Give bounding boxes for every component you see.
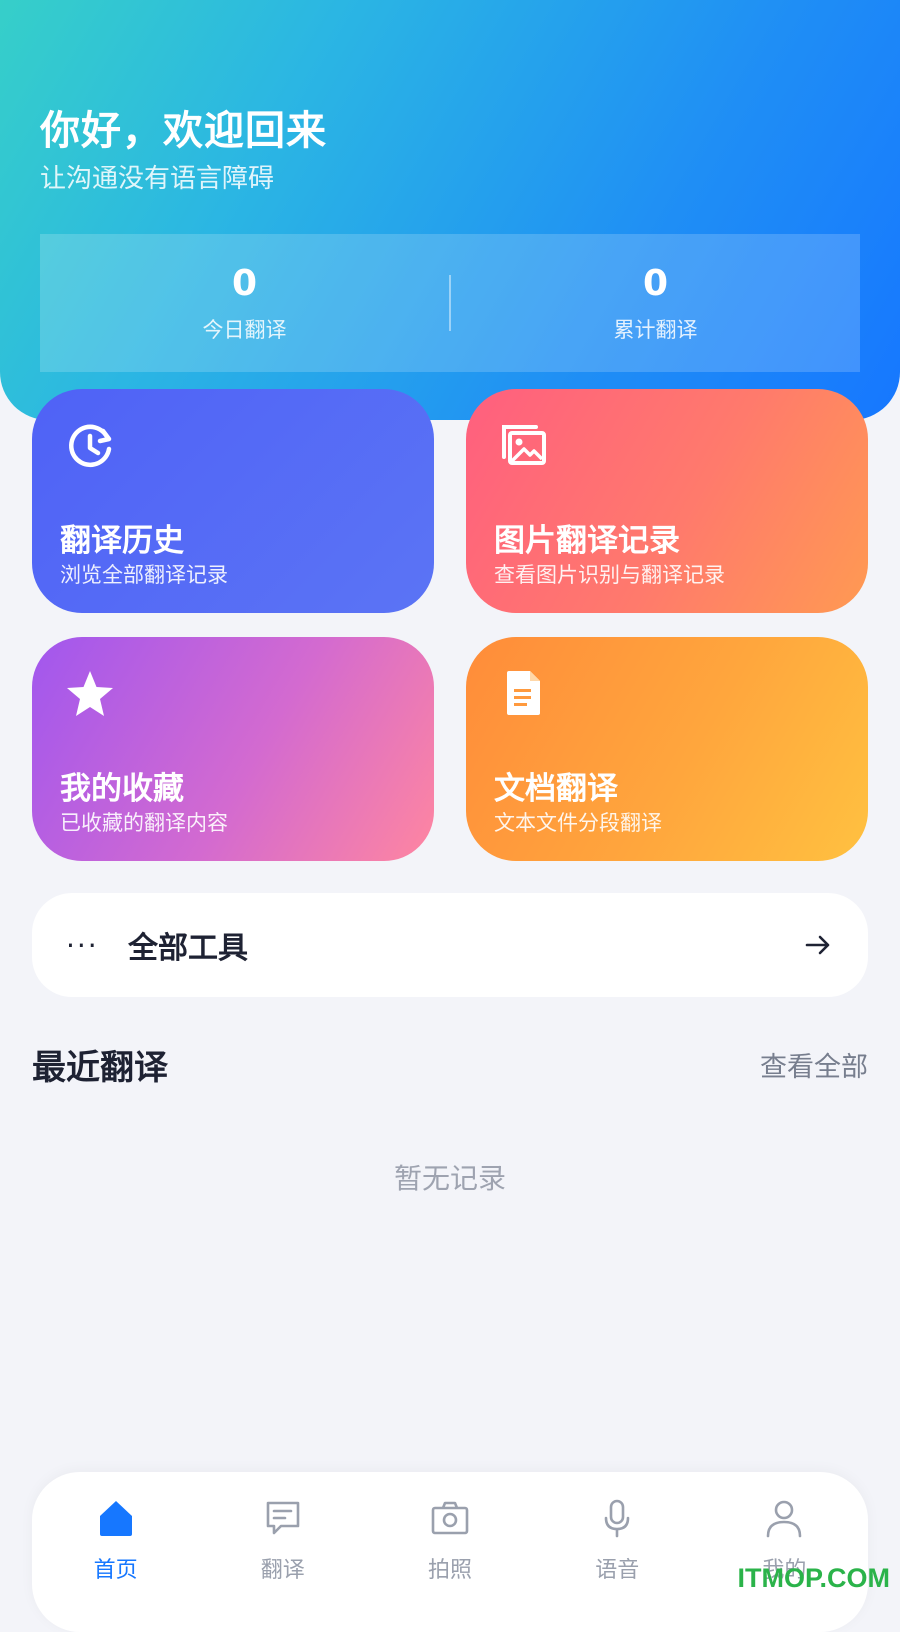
tab-home[interactable]: 首页 [32,1472,199,1632]
all-tools-button[interactable]: ··· 全部工具 [32,893,868,997]
star-icon [67,671,113,716]
card-translation-history[interactable]: 翻译历史 浏览全部翻译记录 [32,389,434,613]
more-dots-icon: ··· [66,928,99,962]
card-desc: 文本文件分段翻译 [494,811,662,835]
microphone-icon [604,1499,630,1538]
card-my-favorites[interactable]: 我的收藏 已收藏的翻译内容 [32,637,434,861]
card-title: 我的收藏 [60,771,184,807]
history-icon [69,424,112,468]
card-desc: 已收藏的翻译内容 [60,811,228,835]
tab-translate[interactable]: 翻译 [199,1472,366,1632]
document-icon [507,671,540,715]
greeting-title: 你好，欢迎回来 [40,108,327,154]
watermark-logo: ITMOP.COM [737,1563,890,1593]
tab-label: 翻译 [260,1558,305,1583]
all-tools-label: 全部工具 [128,931,248,966]
card-title: 图片翻译记录 [494,523,680,559]
stat-today-label: 今日翻译 [202,318,287,342]
recent-section-title: 最近翻译 [32,1048,168,1088]
stats-panel: 0 今日翻译 0 累计翻译 [40,234,860,372]
card-desc: 浏览全部翻译记录 [60,563,228,587]
card-desc: 查看图片识别与翻译记录 [494,563,725,587]
view-all-link[interactable]: 查看全部 [760,1045,868,1084]
tab-label: 拍照 [428,1558,473,1583]
tab-label: 语音 [595,1558,640,1583]
tab-camera[interactable]: 拍照 [366,1472,533,1632]
arrow-right-icon [805,935,830,955]
bottom-tab-bar: 首页 翻译 拍照 语音 我的 [32,1472,868,1632]
header-banner: 你好，欢迎回来 让沟通没有语言障碍 0 今日翻译 0 累计翻译 [0,0,900,420]
card-title: 文档翻译 [494,771,618,807]
tab-label: 首页 [93,1558,138,1583]
card-document-translation[interactable]: 文档翻译 文本文件分段翻译 [466,637,868,861]
image-icon [502,425,546,465]
chat-icon [266,1501,300,1535]
user-icon [767,1500,802,1538]
tab-voice[interactable]: 语音 [534,1472,701,1632]
stat-total-label: 累计翻译 [613,318,698,342]
greeting-subtitle: 让沟通没有语言障碍 [40,164,275,194]
camera-icon [431,1501,469,1535]
stat-total: 0 累计翻译 [451,262,860,344]
empty-state-text: 暂无记录 [393,1162,506,1195]
stat-today-value: 0 [231,263,258,304]
stat-today: 0 今日翻译 [40,262,449,344]
home-icon [99,1501,132,1536]
stat-total-value: 0 [642,263,669,304]
card-title: 翻译历史 [60,523,184,559]
card-image-translation-records[interactable]: 图片翻译记录 查看图片识别与翻译记录 [466,389,868,613]
tab-profile[interactable]: 我的 [701,1472,868,1632]
